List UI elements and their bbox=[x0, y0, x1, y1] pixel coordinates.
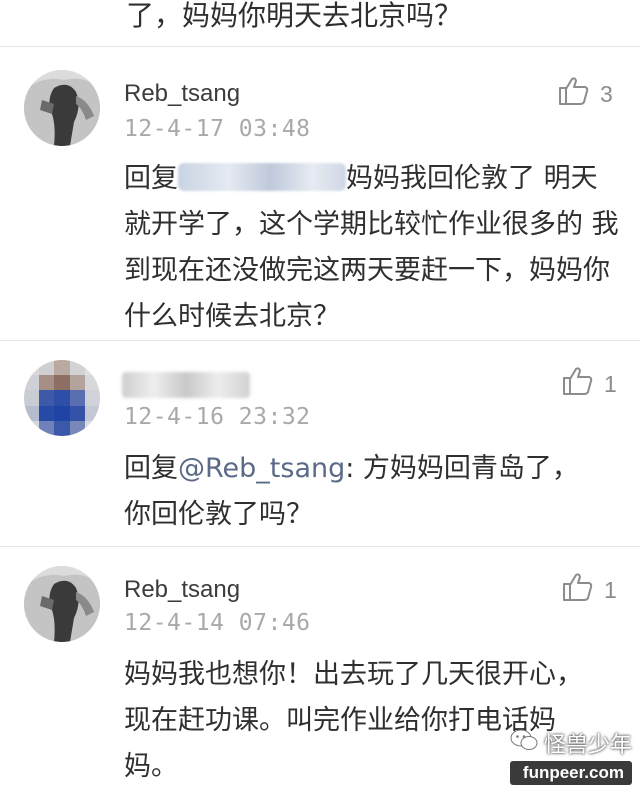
reply-prefix: 回复 bbox=[124, 163, 178, 194]
like-button[interactable]: 1 bbox=[562, 572, 617, 608]
comment-username[interactable]: Reb_tsang bbox=[124, 80, 240, 108]
comment-text-line1: 妈妈我回伦敦了 明 bbox=[346, 163, 571, 194]
comment-username[interactable]: Reb_tsang bbox=[124, 576, 240, 604]
comment-body: 回复@Reb_tsang: 方妈妈回青岛了， 你回伦敦了吗？ bbox=[124, 446, 624, 538]
watermark: 怪兽少年 funpeer.com bbox=[509, 727, 632, 785]
comment-body: 回复 妈妈我回伦敦了 明天就开学了，这个学期比较忙作业很多的 我到现在还没做完这两… bbox=[124, 156, 624, 340]
reply-prefix: 回复 bbox=[124, 453, 178, 484]
mention-link[interactable]: @Reb_tsang bbox=[178, 453, 345, 484]
comment-time: 12-4-16 23:32 bbox=[124, 404, 311, 430]
like-button[interactable]: 1 bbox=[562, 366, 617, 402]
divider bbox=[0, 46, 640, 47]
like-count: 3 bbox=[600, 80, 613, 107]
comment-text: 你回伦敦了吗？ bbox=[124, 499, 313, 530]
previous-comment-text: 了，妈妈你明天去北京吗？ bbox=[126, 0, 463, 32]
like-count: 1 bbox=[604, 370, 617, 397]
divider bbox=[0, 546, 640, 547]
watermark-site: funpeer.com bbox=[509, 761, 632, 785]
blurred-mention[interactable] bbox=[178, 163, 346, 191]
avatar[interactable] bbox=[24, 360, 100, 436]
divider bbox=[0, 340, 640, 341]
avatar[interactable] bbox=[24, 566, 100, 642]
thumbs-up-icon bbox=[562, 572, 594, 608]
thumbs-up-icon bbox=[558, 76, 590, 112]
like-button[interactable]: 3 bbox=[558, 76, 613, 112]
blurred-username[interactable] bbox=[122, 372, 250, 398]
avatar[interactable] bbox=[24, 70, 100, 146]
watermark-name: 怪兽少年 bbox=[543, 733, 632, 758]
like-count: 1 bbox=[604, 576, 617, 603]
thumbs-up-icon bbox=[562, 366, 594, 402]
comment-text-line1: : 方妈妈回青岛了， bbox=[345, 453, 579, 484]
comment-time: 12-4-17 03:48 bbox=[124, 116, 311, 142]
wechat-icon bbox=[510, 729, 538, 757]
comment-time: 12-4-14 07:46 bbox=[124, 610, 311, 636]
